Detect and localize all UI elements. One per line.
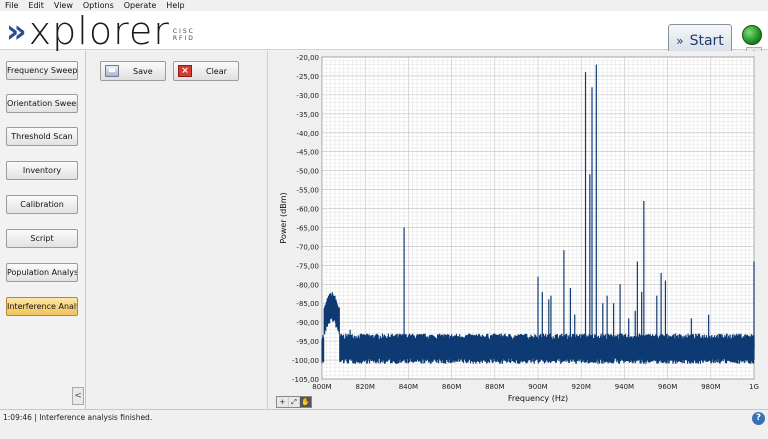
y-tick-label: -70,00: [296, 243, 319, 251]
logo-text: xplorer: [28, 9, 170, 53]
logo-sub-top: CISC: [172, 28, 195, 35]
x-axis-label: Frequency (Hz): [508, 394, 568, 403]
save-label: Save: [133, 66, 153, 76]
app-header: » xplorer CISC RFID » Start ▲: [0, 9, 768, 59]
x-tick-label: 1G: [749, 383, 759, 391]
sidebar-item-orientation-sweep[interactable]: Orientation Sweep: [6, 94, 78, 113]
x-tick-label: 800M: [312, 383, 331, 391]
status-led-indicator: [742, 25, 762, 45]
save-button[interactable]: Save: [100, 61, 166, 81]
sidebar-item-frequency-sweep[interactable]: Frequency Sweep: [6, 61, 78, 80]
sidebar-item-interference-analysis[interactable]: Interference Analysis: [6, 297, 78, 316]
x-tick-label: 960M: [658, 383, 677, 391]
pan-hand-icon[interactable]: ✋: [300, 397, 312, 407]
sidebar: Frequency Sweep Orientation Sweep Thresh…: [0, 51, 86, 409]
y-tick-label: -60,00: [296, 206, 319, 214]
start-label: Start: [689, 33, 724, 49]
y-tick-label: -80,00: [296, 281, 319, 289]
chart-panel: -20,00 -25,00 -30,00 -35,00 -40,00 -45,00 -50,…: [268, 51, 768, 409]
x-tick-label: 980M: [701, 383, 720, 391]
y-tick-label: -50,00: [296, 168, 319, 176]
help-icon[interactable]: ?: [752, 412, 765, 425]
graph-tools-palette: + ⤢ ✋: [276, 396, 312, 408]
y-tick-label: -20,00: [296, 54, 319, 62]
x-tick-label: 860M: [442, 383, 461, 391]
zoom-icon[interactable]: +: [277, 397, 288, 407]
action-panel: Save × Clear: [88, 51, 268, 409]
xplorer-logo: » xplorer CISC RFID: [6, 9, 195, 53]
clear-label: Clear: [206, 66, 227, 76]
x-tick-label: 880M: [485, 383, 504, 391]
spectrum-chart[interactable]: -20,00 -25,00 -30,00 -35,00 -40,00 -45,00 -50,…: [268, 51, 768, 409]
x-tick-label: 820M: [355, 383, 374, 391]
y-tick-label: -30,00: [296, 92, 319, 100]
logo-subtext: CISC RFID: [173, 28, 195, 42]
sidebar-item-inventory[interactable]: Inventory: [6, 161, 78, 180]
sidebar-item-calibration[interactable]: Calibration: [6, 195, 78, 214]
y-tick-label: -55,00: [296, 187, 319, 195]
y-tick-label: -45,00: [296, 149, 319, 157]
x-tick-label: 940M: [615, 383, 634, 391]
sidebar-item-population-analysis[interactable]: Population Analysis: [6, 263, 78, 282]
y-tick-label: -25,00: [296, 73, 319, 81]
y-tick-label: -75,00: [296, 262, 319, 270]
start-chevron-icon: »: [676, 34, 684, 48]
status-bar: 1:09:46 | Interference analysis finished…: [0, 409, 768, 439]
y-tick-label: -35,00: [296, 111, 319, 119]
clear-icon: ×: [178, 65, 192, 77]
sidebar-collapse-icon[interactable]: <: [72, 387, 84, 405]
y-tick-label: -90,00: [296, 319, 319, 327]
y-axis-label: Power (dBm): [279, 192, 288, 243]
clear-button[interactable]: × Clear: [173, 61, 239, 81]
x-tick-label: 900M: [528, 383, 547, 391]
y-tick-label: -40,00: [296, 130, 319, 138]
y-tick-label: -85,00: [296, 300, 319, 308]
status-text: 1:09:46 | Interference analysis finished…: [3, 413, 153, 422]
y-tick-label: -65,00: [296, 224, 319, 232]
logo-sub-bottom: RFID: [172, 35, 195, 42]
x-tick-label: 920M: [571, 383, 590, 391]
y-tick-label: -95,00: [296, 338, 319, 346]
logo-chevron-icon: »: [6, 12, 27, 50]
y-tick-label: -100,00: [292, 357, 319, 365]
pan-zoom-icon[interactable]: ⤢: [288, 397, 300, 407]
menu-file[interactable]: File: [5, 0, 18, 11]
sidebar-item-threshold-scan[interactable]: Threshold Scan: [6, 127, 78, 146]
sidebar-item-script[interactable]: Script: [6, 229, 78, 248]
x-tick-label: 840M: [399, 383, 418, 391]
save-icon: [105, 65, 119, 77]
